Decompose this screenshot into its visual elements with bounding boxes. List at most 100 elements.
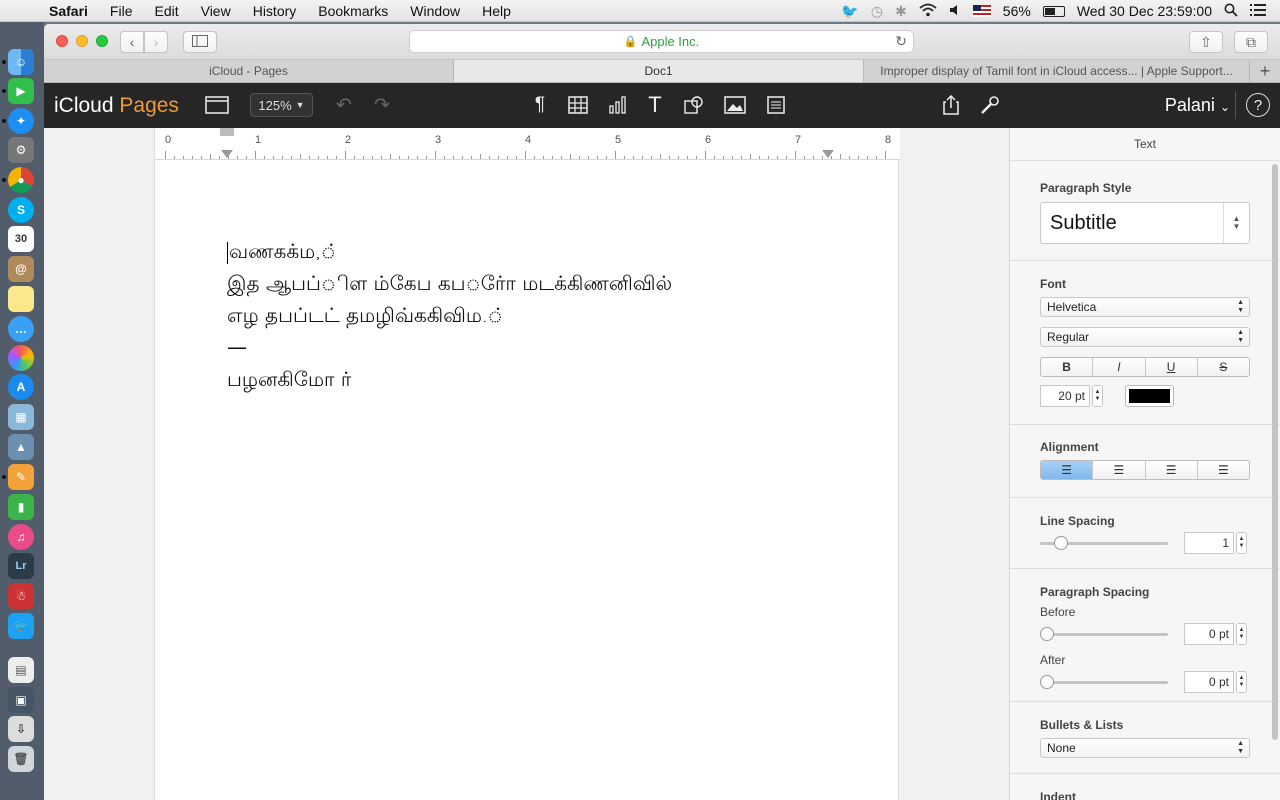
inspector-tab-text[interactable]: Text	[1010, 128, 1280, 161]
line-spacing-slider[interactable]	[1040, 536, 1168, 550]
redo-icon[interactable]: ↷	[369, 93, 395, 117]
trash-icon[interactable]: 🗑	[8, 746, 34, 772]
spacing-after-slider[interactable]	[1040, 675, 1168, 689]
input-source-flag-icon[interactable]	[972, 5, 991, 17]
image-capture-icon[interactable]: ▲	[8, 434, 34, 460]
finder-icon[interactable]: ☺	[8, 49, 34, 75]
volume-icon[interactable]	[949, 3, 961, 19]
menu-bookmarks[interactable]: Bookmarks	[307, 3, 399, 19]
menu-edit[interactable]: Edit	[143, 3, 189, 19]
bullets-select[interactable]: None ▲ ▼	[1040, 738, 1250, 758]
zoom-select[interactable]: 125% ▼	[250, 93, 313, 117]
view-options-icon[interactable]	[204, 93, 230, 117]
downloads-stack-icon[interactable]: ⇩	[8, 716, 34, 742]
document-line[interactable]: எழ தபப்டட் தமழிவ்ககிவிம.்	[227, 299, 672, 331]
inspector-scrollbar[interactable]	[1272, 164, 1278, 740]
minimize-window-button[interactable]	[76, 35, 88, 47]
itunes-icon[interactable]: ♫	[8, 524, 34, 550]
user-menu[interactable]: Palani ⌄	[1165, 95, 1230, 116]
insert-table-icon[interactable]	[565, 93, 591, 117]
insert-chart-icon[interactable]	[605, 93, 631, 117]
help-button[interactable]: ?	[1246, 93, 1270, 117]
slider-knob[interactable]	[1040, 675, 1054, 689]
tools-wrench-icon[interactable]	[977, 93, 1003, 117]
photos-icon[interactable]	[8, 345, 34, 371]
sidebar-toggle-button[interactable]	[183, 31, 217, 53]
spacing-before-slider[interactable]	[1040, 627, 1168, 641]
bluetooth-icon[interactable]: ✱	[895, 3, 907, 20]
clock[interactable]: Wed 30 Dec 23:59:00	[1077, 3, 1212, 19]
share-button[interactable]: ⇧	[1189, 31, 1223, 53]
safari-icon[interactable]: ✦	[8, 108, 34, 134]
tab-apple-support[interactable]: Improper display of Tamil font in iCloud…	[864, 60, 1250, 82]
tab-icloud-pages[interactable]: iCloud - Pages	[44, 60, 454, 82]
notification-center-icon[interactable]	[1250, 3, 1266, 19]
right-indent-marker[interactable]	[822, 150, 834, 158]
share-document-icon[interactable]	[938, 93, 964, 117]
ruler[interactable]: 0 1 2 3 4 5 6 7 8	[155, 128, 900, 160]
close-window-button[interactable]	[56, 35, 68, 47]
line-spacing-field[interactable]: 1	[1184, 532, 1234, 554]
lightroom-icon[interactable]: Lr	[8, 553, 34, 579]
italic-button[interactable]: I	[1093, 358, 1146, 376]
fullscreen-window-button[interactable]	[96, 35, 108, 47]
document-body[interactable]: வணகக்ம,் இத ஆபப்ிள ம்கேப கபர்ோ மடக்கிணனி…	[227, 235, 672, 395]
system-preferences-icon[interactable]: ⚙	[8, 137, 34, 163]
document-stack-icon[interactable]: ▤	[8, 657, 34, 683]
numbers-icon[interactable]: ▮	[8, 494, 34, 520]
insert-text-icon[interactable]: T	[642, 92, 668, 117]
paragraph-style-select[interactable]: Subtitle ▲ ▼	[1040, 202, 1250, 244]
spotlight-search-icon[interactable]	[1224, 3, 1238, 20]
align-left-button[interactable]: ☰	[1041, 461, 1094, 479]
calendar-icon[interactable]: 30	[8, 226, 34, 252]
tab-doc1[interactable]: Doc1	[454, 60, 864, 82]
insert-image-icon[interactable]	[722, 93, 748, 117]
insert-shape-icon[interactable]	[681, 93, 707, 117]
skype-icon[interactable]: S	[8, 197, 34, 223]
tab-overview-button[interactable]: ⧉	[1234, 31, 1268, 53]
document-line[interactable]: பழனகிமோ ர்	[227, 363, 672, 395]
document-line[interactable]: வணகக்ம,்	[227, 235, 672, 267]
font-family-select[interactable]: Helvetica ▲ ▼	[1040, 297, 1250, 317]
underline-button[interactable]: U	[1146, 358, 1198, 376]
menu-file[interactable]: File	[99, 3, 144, 19]
santa-app-icon[interactable]: ☃	[8, 583, 34, 609]
forward-button[interactable]: ›	[144, 31, 168, 53]
slider-knob[interactable]	[1054, 536, 1068, 550]
messages-icon[interactable]: …	[8, 316, 34, 342]
justify-button[interactable]: ☰	[1198, 461, 1249, 479]
text-color-well[interactable]	[1125, 385, 1174, 407]
menu-view[interactable]: View	[190, 3, 242, 19]
menu-window[interactable]: Window	[399, 3, 471, 19]
address-bar[interactable]: 🔒 Apple Inc. ↻	[409, 30, 914, 53]
font-size-field[interactable]: 20 pt	[1040, 385, 1090, 407]
notes-icon[interactable]	[8, 286, 34, 312]
pages-icon[interactable]: ✎	[8, 464, 34, 490]
spacing-before-stepper[interactable]: ▲ ▼	[1236, 623, 1247, 645]
app-store-icon[interactable]: A	[8, 374, 34, 400]
spacing-after-stepper[interactable]: ▲ ▼	[1236, 671, 1247, 693]
spacing-before-field[interactable]: 0 pt	[1184, 623, 1234, 645]
font-weight-select[interactable]: Regular ▲ ▼	[1040, 327, 1250, 347]
twitter-dock-icon[interactable]: 🐦	[8, 613, 34, 639]
menu-help[interactable]: Help	[471, 3, 522, 19]
line-spacing-stepper[interactable]: ▲ ▼	[1236, 532, 1247, 554]
chrome-icon[interactable]: ●	[8, 167, 34, 193]
align-center-button[interactable]: ☰	[1093, 461, 1146, 479]
left-indent-marker[interactable]	[221, 150, 233, 158]
battery-icon[interactable]	[1042, 5, 1065, 17]
facetime-icon[interactable]: ▶	[8, 78, 34, 104]
back-button[interactable]: ‹	[120, 31, 144, 53]
document-line[interactable]: —	[227, 331, 672, 363]
insert-comment-icon[interactable]	[763, 93, 789, 117]
menu-app-name[interactable]: Safari	[38, 3, 99, 19]
preview-icon[interactable]: ▦	[8, 404, 34, 430]
document-page[interactable]: 0 1 2 3 4 5 6 7 8 வணகக்ம,் இத ஆபப்ிள ம்கேப கபர்ோ…	[154, 128, 900, 800]
document-line[interactable]: இத ஆபப்ிள ம்கேப கபர்ோ மடக்கிணனிவில்	[227, 267, 672, 299]
font-size-stepper[interactable]: ▲ ▼	[1092, 385, 1103, 407]
spacing-after-field[interactable]: 0 pt	[1184, 671, 1234, 693]
time-machine-icon[interactable]: ◷	[871, 3, 883, 20]
undo-icon[interactable]: ↶	[331, 93, 357, 117]
screenshot-stack-icon[interactable]: ▣	[8, 687, 34, 713]
first-line-indent-marker[interactable]	[220, 128, 234, 136]
